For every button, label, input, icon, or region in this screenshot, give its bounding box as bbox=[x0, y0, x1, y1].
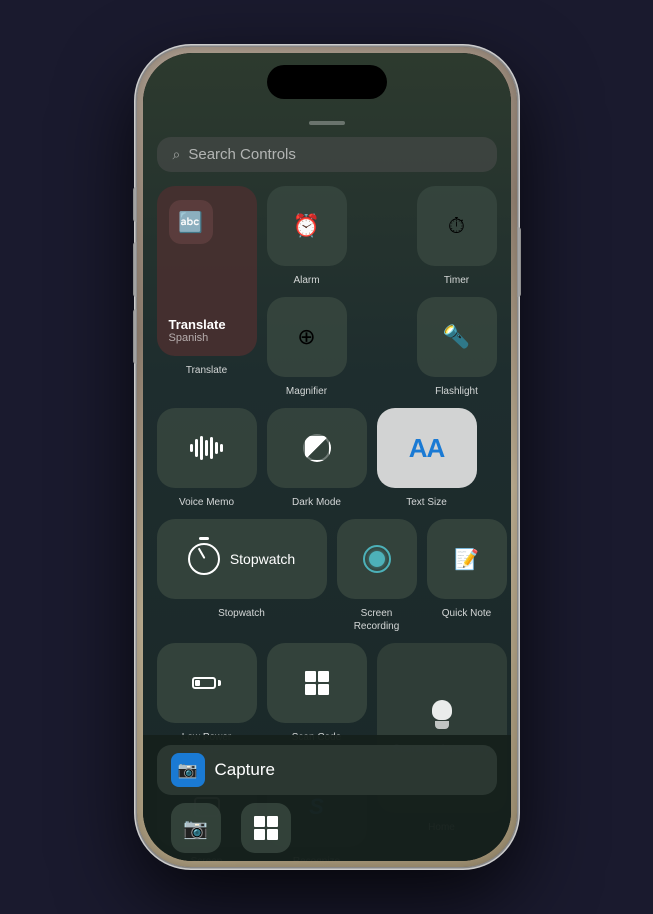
voice-memo-button[interactable] bbox=[157, 408, 257, 488]
power-button[interactable] bbox=[517, 227, 521, 297]
translate-icon: 🔤 bbox=[178, 210, 203, 235]
camera-icon: 📷 bbox=[178, 760, 198, 780]
dark-mode-button[interactable] bbox=[267, 408, 367, 488]
stopwatch-button[interactable]: Stopwatch bbox=[157, 519, 327, 599]
timer-button[interactable]: ⏱ bbox=[417, 186, 497, 266]
timer-label: Timer bbox=[444, 274, 469, 287]
search-bar[interactable]: ⌕ Search Controls bbox=[157, 137, 497, 172]
screen-recording-label: Screen Recording bbox=[354, 607, 400, 633]
quick-note-col: 📝 Quick Note bbox=[427, 519, 507, 620]
volume-up-button[interactable] bbox=[133, 242, 137, 297]
bottom-qr-glyph bbox=[254, 816, 278, 840]
home-light-icon bbox=[429, 700, 455, 734]
translate-button[interactable]: 🔤 Translate Spanish bbox=[157, 186, 257, 356]
alarm-col: ⏰ Alarm bbox=[267, 186, 347, 287]
screen-rec-col: Screen Recording bbox=[337, 519, 417, 633]
timer-icon: ⏱ bbox=[448, 213, 465, 239]
bottom-bar: 📷 Capture 📷 bbox=[143, 735, 511, 861]
battery-tip bbox=[218, 680, 221, 686]
quick-note-icon: 📝 bbox=[454, 547, 479, 572]
magnifier-col: ⊕ Magnifier bbox=[267, 297, 347, 398]
text-size-icon: AA bbox=[409, 433, 445, 464]
capture-label: Capture bbox=[215, 760, 275, 780]
magnifier-button[interactable]: ⊕ bbox=[267, 297, 347, 377]
alarm-label: Alarm bbox=[293, 274, 319, 287]
quick-note-label: Quick Note bbox=[442, 607, 491, 620]
dark-mode-col: Dark Mode bbox=[267, 408, 367, 509]
battery-fill bbox=[195, 680, 200, 686]
capture-icon-box: 📷 bbox=[171, 753, 205, 787]
timer-col: ⏱ Timer bbox=[417, 186, 497, 287]
bottom-camera-icon[interactable]: 📷 bbox=[171, 803, 221, 853]
row-1c: ⊕ Magnifier 🔦 Flashlight bbox=[267, 297, 497, 398]
text-size-button[interactable]: AA bbox=[377, 408, 477, 488]
row-1b: ⏰ Alarm ⏱ Timer bbox=[267, 186, 497, 287]
translate-subtitle: Spanish bbox=[169, 332, 226, 344]
flashlight-button[interactable]: 🔦 bbox=[417, 297, 497, 377]
low-power-button[interactable] bbox=[157, 643, 257, 723]
bottom-camera-glyph: 📷 bbox=[183, 816, 208, 841]
flashlight-col: 🔦 Flashlight bbox=[417, 297, 497, 398]
stopwatch-hand bbox=[198, 548, 205, 559]
magnifier-label: Magnifier bbox=[286, 385, 327, 398]
control-center-content: ⌕ Search Controls 🔤 bbox=[143, 113, 511, 861]
row-1: 🔤 Translate Spanish Translate bbox=[157, 186, 497, 398]
translate-title: Translate bbox=[169, 317, 226, 332]
translate-col: 🔤 Translate Spanish Translate bbox=[157, 186, 257, 377]
record-dot bbox=[369, 551, 385, 567]
bulb-base bbox=[435, 721, 449, 729]
right-grid: ⏰ Alarm ⏱ Timer bbox=[267, 186, 497, 398]
battery-body bbox=[192, 677, 216, 689]
stopwatch-col: Stopwatch Stopwatch bbox=[157, 519, 327, 620]
bulb-top bbox=[432, 700, 452, 720]
translate-text: Translate Spanish bbox=[169, 317, 226, 344]
screen-recording-button[interactable] bbox=[337, 519, 417, 599]
phone-screen-area: ⌕ Search Controls 🔤 bbox=[143, 53, 511, 861]
stopwatch-label: Stopwatch bbox=[218, 607, 265, 620]
search-icon: ⌕ bbox=[173, 146, 181, 163]
alarm-icon: ⏰ bbox=[293, 213, 320, 239]
stopwatch-icon bbox=[188, 543, 220, 575]
search-placeholder: Search Controls bbox=[188, 146, 296, 163]
text-size-col: AA Text Size bbox=[377, 408, 477, 509]
bottom-qr-icon[interactable] bbox=[241, 803, 291, 853]
screen-recording-icon bbox=[363, 545, 391, 573]
capture-row[interactable]: 📷 Capture bbox=[157, 745, 497, 795]
scan-code-col: Scan Code bbox=[267, 643, 367, 744]
low-power-icon bbox=[192, 677, 221, 689]
text-size-label: Text Size bbox=[406, 496, 447, 509]
screen: ⌕ Search Controls 🔤 bbox=[143, 53, 511, 861]
dark-mode-icon bbox=[303, 434, 331, 462]
magnifier-icon: ⊕ bbox=[297, 324, 315, 350]
bottom-icons-row: 📷 bbox=[157, 795, 497, 853]
flashlight-icon: 🔦 bbox=[443, 324, 470, 350]
voice-memo-col: Voice Memo bbox=[157, 408, 257, 509]
alarm-button[interactable]: ⏰ bbox=[267, 186, 347, 266]
row-3: Stopwatch Stopwatch Screen Recording bbox=[157, 519, 497, 633]
voice-memo-label: Voice Memo bbox=[179, 496, 234, 509]
translate-icon-bg: 🔤 bbox=[169, 200, 213, 244]
quick-note-button[interactable]: 📝 bbox=[427, 519, 507, 599]
phone-frame: ⌕ Search Controls 🔤 bbox=[137, 47, 517, 867]
scan-code-button[interactable] bbox=[267, 643, 367, 723]
row-2: Voice Memo Dark Mode AA bbox=[157, 408, 497, 509]
drag-handle bbox=[309, 121, 345, 125]
translate-label: Translate bbox=[186, 364, 227, 377]
dynamic-island bbox=[267, 65, 387, 99]
dark-mode-label: Dark Mode bbox=[292, 496, 341, 509]
volume-down-button[interactable] bbox=[133, 309, 137, 364]
flashlight-label: Flashlight bbox=[435, 385, 478, 398]
mute-button[interactable] bbox=[133, 187, 137, 222]
stopwatch-text: Stopwatch bbox=[230, 551, 295, 567]
waveform-icon bbox=[190, 434, 223, 462]
qr-icon bbox=[305, 671, 329, 695]
